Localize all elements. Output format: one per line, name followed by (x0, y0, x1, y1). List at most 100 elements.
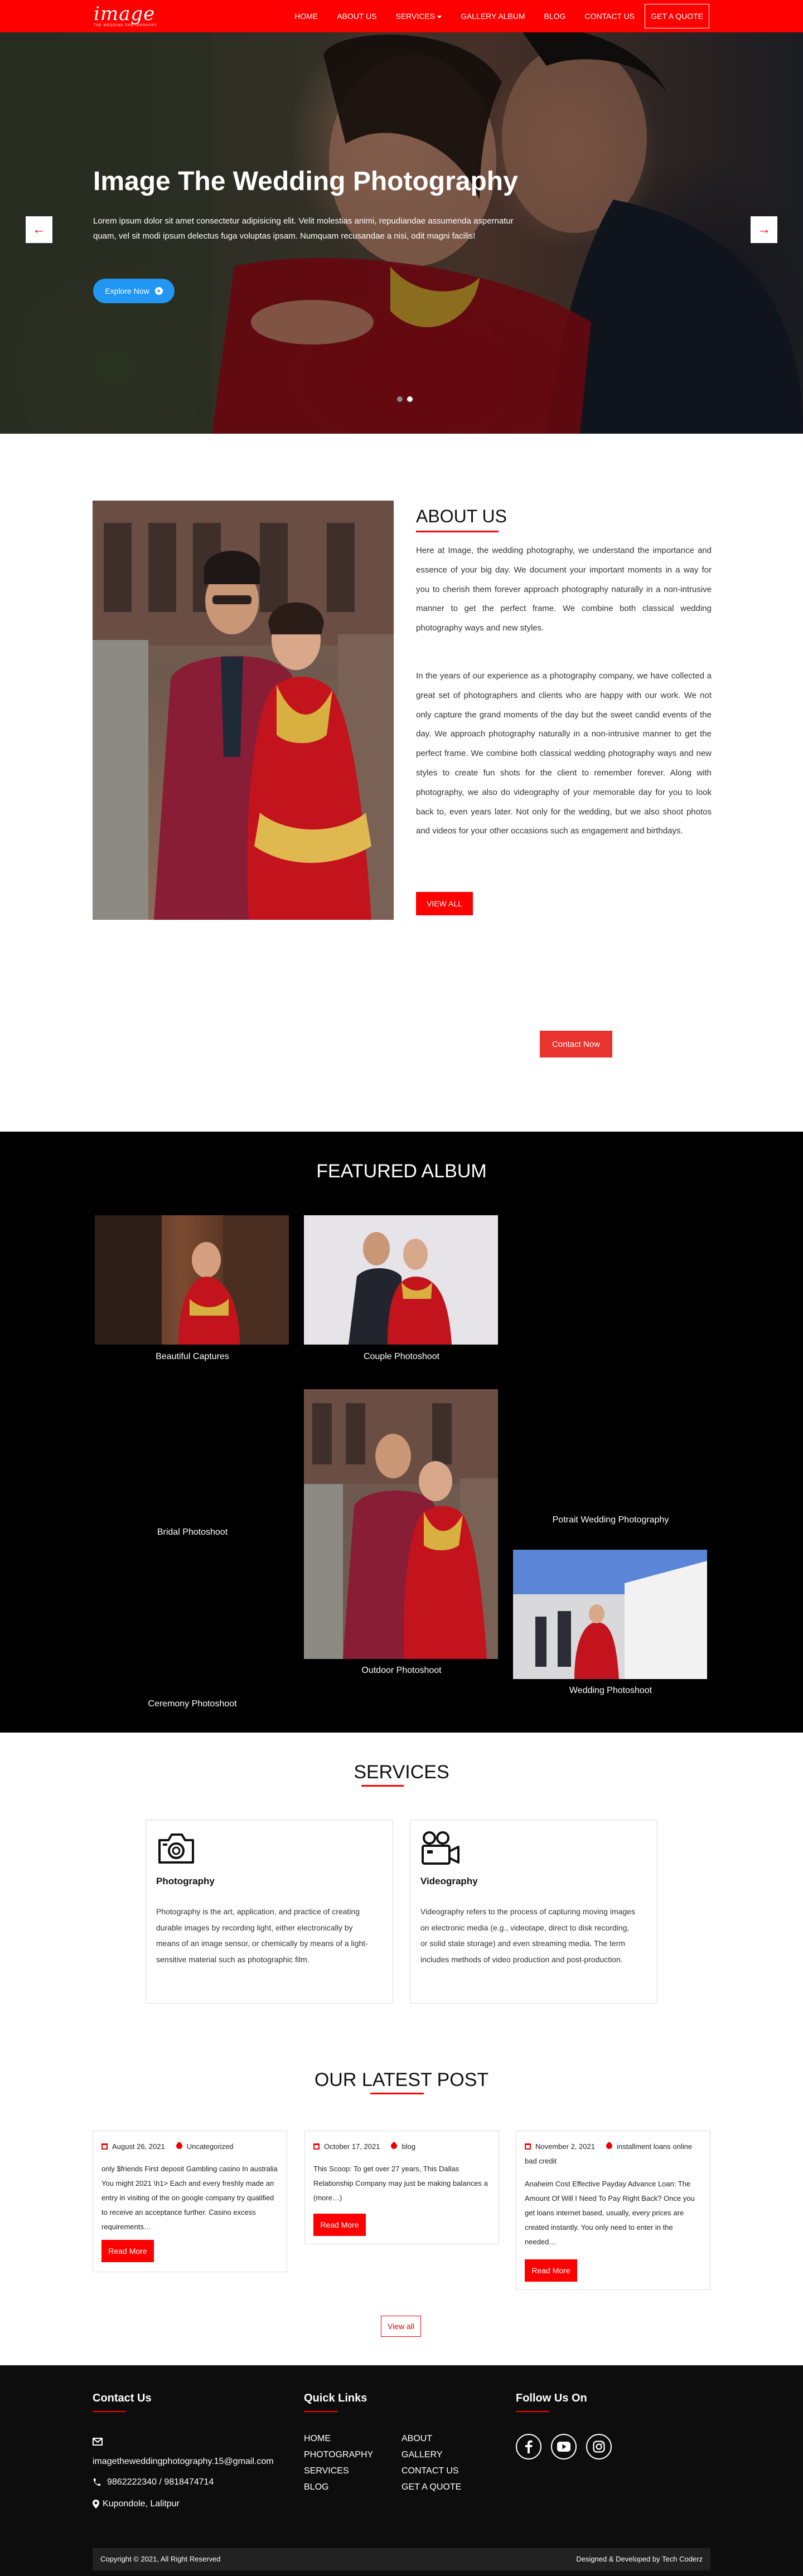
explore-now-button[interactable]: Explore Now (93, 279, 175, 303)
service-text: Photography is the art, application, and… (156, 1907, 368, 1964)
slider-prev-button[interactable]: ← (26, 216, 52, 243)
video-camera-icon (422, 1831, 459, 1865)
album-beautiful-captures[interactable] (95, 1215, 289, 1345)
hero-title: Image The Wedding Photography (93, 167, 518, 196)
post-card: August 26, 2021 Uncategorized only $frien… (93, 2131, 287, 2272)
post-excerpt: Anaheim Cost Effective Payday Advance Lo… (525, 2180, 695, 2246)
facebook-glyph (525, 2440, 533, 2453)
album-caption: Wedding Photoshoot (569, 1686, 652, 1695)
instagram-icon[interactable] (586, 2434, 612, 2459)
slider-next-button[interactable]: → (751, 216, 777, 243)
logo[interactable]: image THE WEDDING PHOTOGRAPHY (94, 4, 161, 28)
post-excerpt: This Scoop: To get over 27 years, This D… (313, 2165, 488, 2202)
album-couple-photoshoot[interactable] (304, 1215, 498, 1345)
arrow-right-icon: → (757, 222, 771, 237)
service-card-photography: Photography Photography is the art, appl… (146, 1820, 393, 2003)
nav-home[interactable]: HOME (294, 12, 318, 21)
copyright-text: Copyright © 2021, All Right Reserved (100, 2555, 221, 2563)
read-more-button[interactable]: Read More (525, 2259, 577, 2282)
nav-services[interactable]: SERVICES (396, 12, 442, 21)
about-paragraph-1: Here at Image, the wedding photography, … (416, 546, 712, 633)
tag-icon (175, 2141, 183, 2151)
envelope-icon (93, 2438, 103, 2446)
calendar-icon (313, 2143, 320, 2150)
post-meta: October 17, 2021 blog (313, 2140, 415, 2154)
footer-link-services[interactable]: SERVICES (304, 2466, 349, 2476)
footer-contact-underline (93, 2411, 126, 2412)
footer-link-photography[interactable]: PHOTOGRAPHY (304, 2450, 373, 2460)
explore-now-label: Explore Now (105, 287, 149, 295)
phone-icon (93, 2478, 100, 2486)
calendar-icon (101, 2143, 108, 2150)
album-photo (513, 1550, 707, 1679)
play-circle-icon (154, 287, 163, 295)
album-caption: Outdoor Photoshoot (361, 1666, 442, 1675)
view-all-posts-button[interactable]: View all (381, 2316, 421, 2337)
footer-quick-links-title: Quick Links (304, 2392, 367, 2404)
about-title: ABOUT US (416, 506, 507, 526)
post-category[interactable]: blog (402, 2142, 415, 2151)
contact-now-button[interactable]: Contact Now (540, 1031, 612, 1057)
location-icon (93, 2500, 99, 2509)
post-date: October 17, 2021 (324, 2142, 380, 2151)
album-caption[interactable]: Ceremony Photoshoot (95, 1699, 290, 1709)
album-photo (95, 1215, 289, 1345)
album-wedding-photoshoot[interactable] (513, 1550, 707, 1679)
footer: Contact Us imagetheweddingphotography.15… (0, 2365, 803, 2576)
calendar-icon (525, 2143, 531, 2150)
youtube-icon[interactable] (551, 2434, 577, 2459)
footer-email[interactable]: imagetheweddingphotography.15@gmail.com (93, 2457, 274, 2467)
album-photo (304, 1215, 498, 1345)
footer-contact-title: Contact Us (93, 2392, 152, 2404)
read-more-button[interactable]: Read More (101, 2240, 154, 2262)
album-caption: Beautiful Captures (156, 1352, 229, 1361)
post-category[interactable]: Uncategorized (187, 2142, 234, 2151)
tag-icon (390, 2141, 399, 2151)
footer-link-contact[interactable]: CONTACT US (402, 2466, 459, 2476)
developer-credit[interactable]: Designed & Developed by Tech Coderz (576, 2555, 703, 2563)
latest-post-title: OUR LATEST POST (314, 2069, 489, 2090)
arrow-left-icon: ← (32, 222, 46, 237)
post-meta: August 26, 2021 Uncategorized (101, 2140, 234, 2154)
facebook-icon[interactable] (516, 2434, 541, 2459)
hero-text: Lorem ipsum dolor sit amet consectetur a… (93, 216, 514, 241)
featured-album-title: FEATURED ALBUM (316, 1161, 487, 1182)
couple-photo (93, 501, 394, 920)
logo-tagline: THE WEDDING PHOTOGRAPHY (94, 24, 157, 27)
nav-gallery[interactable]: GALLERY ALBUM (461, 12, 525, 21)
slider-dot-active[interactable] (407, 396, 413, 402)
view-all-about-button[interactable]: VIEW ALL (416, 892, 473, 915)
footer-follow-title: Follow Us On (516, 2392, 587, 2404)
latest-post-underline (370, 2093, 424, 2094)
logo-text: image (94, 3, 156, 25)
footer-address: Kupondole, Lalitpur (103, 2499, 180, 2509)
footer-quick-links-underline (304, 2411, 337, 2412)
album-outdoor-photoshoot[interactable] (304, 1389, 498, 1659)
album-caption: Couple Photoshoot (363, 1352, 440, 1361)
footer-link-quote[interactable]: GET A QUOTE (402, 2482, 461, 2492)
main-nav: HOME ABOUT US SERVICES GALLERY ALBUM BLO… (275, 0, 709, 32)
post-card: October 17, 2021 blog This Scoop: To get … (304, 2131, 499, 2244)
nav-contact[interactable]: CONTACT US (584, 12, 635, 21)
footer-link-blog[interactable]: BLOG (304, 2482, 328, 2492)
footer-link-gallery[interactable]: GALLERY (402, 2450, 443, 2460)
chevron-down-icon (437, 15, 442, 18)
nav-about[interactable]: ABOUT US (337, 12, 376, 21)
tag-icon (604, 2141, 614, 2151)
hero-slider: Image The Wedding Photography Lorem ipsu… (0, 32, 803, 434)
nav-services-label: SERVICES (395, 12, 436, 21)
post-excerpt: only $friends First deposit Gambling cas… (101, 2165, 278, 2231)
nav-blog[interactable]: BLOG (544, 12, 565, 21)
about-title-underline (416, 531, 499, 532)
footer-phone[interactable]: 9862222340 / 9818474714 (107, 2477, 214, 2487)
footer-link-home[interactable]: HOME (304, 2434, 331, 2444)
album-caption[interactable]: Potrait Wedding Photography (513, 1515, 708, 1525)
footer-follow-underline (516, 2411, 549, 2412)
read-more-button[interactable]: Read More (313, 2214, 366, 2236)
album-caption[interactable]: Bridal Photoshoot (95, 1527, 290, 1537)
slider-dot[interactable] (397, 396, 403, 402)
get-quote-button[interactable]: GET A QUOTE (645, 4, 709, 28)
service-title: Photography (156, 1876, 215, 1886)
post-meta: November 2, 2021 installment loans online… (525, 2140, 703, 2169)
footer-link-about[interactable]: ABOUT (402, 2434, 432, 2444)
